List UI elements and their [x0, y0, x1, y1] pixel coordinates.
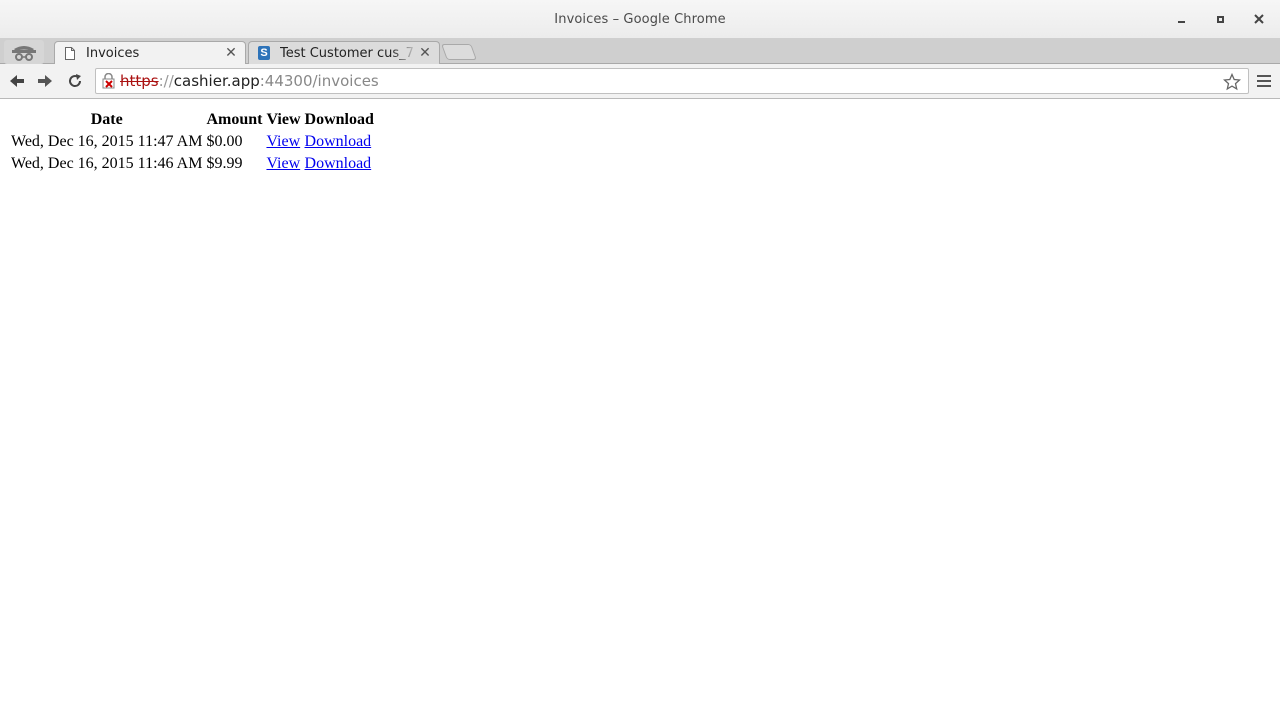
minimize-icon	[1177, 21, 1185, 23]
window-titlebar: Invoices – Google Chrome	[0, 0, 1280, 38]
minimize-button[interactable]	[1172, 10, 1190, 28]
url-scheme: https	[120, 72, 159, 90]
column-header-date: Date	[90, 111, 123, 128]
invoice-amount: $0.00	[206, 133, 243, 150]
bookmark-star-icon[interactable]	[1222, 72, 1242, 92]
stripe-icon: S	[258, 46, 270, 60]
forward-button[interactable]	[35, 71, 55, 91]
download-invoice-link[interactable]: Download	[305, 155, 372, 172]
page-icon	[64, 46, 76, 60]
maximize-icon	[1216, 15, 1224, 23]
reload-button[interactable]	[65, 71, 85, 91]
url-host: cashier.app	[173, 72, 260, 90]
back-button[interactable]	[7, 71, 27, 91]
table-header-row: Date Amount View Download	[10, 110, 375, 130]
tab-strip: Invoices ✕ S Test Customer cus_7 ✕	[0, 38, 1280, 65]
page-content: Date Amount View Download Wed, Dec 16, 2…	[0, 100, 1280, 720]
download-invoice-link[interactable]: Download	[305, 133, 372, 150]
url-path: :44300/invoices	[259, 72, 379, 90]
close-window-button[interactable]	[1250, 10, 1268, 28]
forward-arrow-icon	[38, 75, 52, 87]
maximize-button[interactable]	[1211, 10, 1229, 28]
view-invoice-link[interactable]: View	[266, 155, 300, 172]
column-header-download: Download	[304, 111, 374, 128]
invoice-amount: $9.99	[206, 155, 243, 172]
close-tab-icon[interactable]: ✕	[224, 45, 238, 61]
tab-label: Invoices	[86, 45, 140, 61]
window-title: Invoices – Google Chrome	[554, 11, 726, 27]
back-arrow-icon	[10, 75, 24, 87]
table-row: Wed, Dec 16, 2015 11:47 AM $0.00 View Do…	[10, 132, 375, 152]
close-icon	[1254, 14, 1264, 24]
invoice-date: Wed, Dec 16, 2015 11:47 AM	[11, 133, 203, 150]
new-tab-button[interactable]	[441, 44, 477, 60]
chrome-menu-icon[interactable]	[1256, 73, 1272, 89]
invoice-date: Wed, Dec 16, 2015 11:46 AM	[11, 155, 203, 172]
tab-label: Test Customer cus_7	[280, 45, 414, 61]
column-header-amount: Amount	[206, 111, 263, 128]
column-header-view: View	[266, 111, 301, 128]
view-invoice-link[interactable]: View	[266, 133, 300, 150]
tab-test-customer[interactable]: S Test Customer cus_7 ✕	[248, 41, 440, 65]
incognito-icon	[4, 40, 44, 64]
tab-invoices[interactable]: Invoices ✕	[54, 41, 246, 65]
reload-icon	[69, 74, 82, 87]
invoices-table: Date Amount View Download Wed, Dec 16, 2…	[8, 108, 377, 176]
insecure-lock-icon[interactable]	[102, 73, 116, 89]
browser-toolbar: https :// cashier.app :44300/invoices	[0, 64, 1280, 99]
close-tab-icon[interactable]: ✕	[418, 45, 432, 61]
table-row: Wed, Dec 16, 2015 11:46 AM $9.99 View Do…	[10, 154, 375, 174]
url-separator: ://	[158, 72, 174, 90]
address-bar[interactable]: https :// cashier.app :44300/invoices	[95, 68, 1249, 94]
